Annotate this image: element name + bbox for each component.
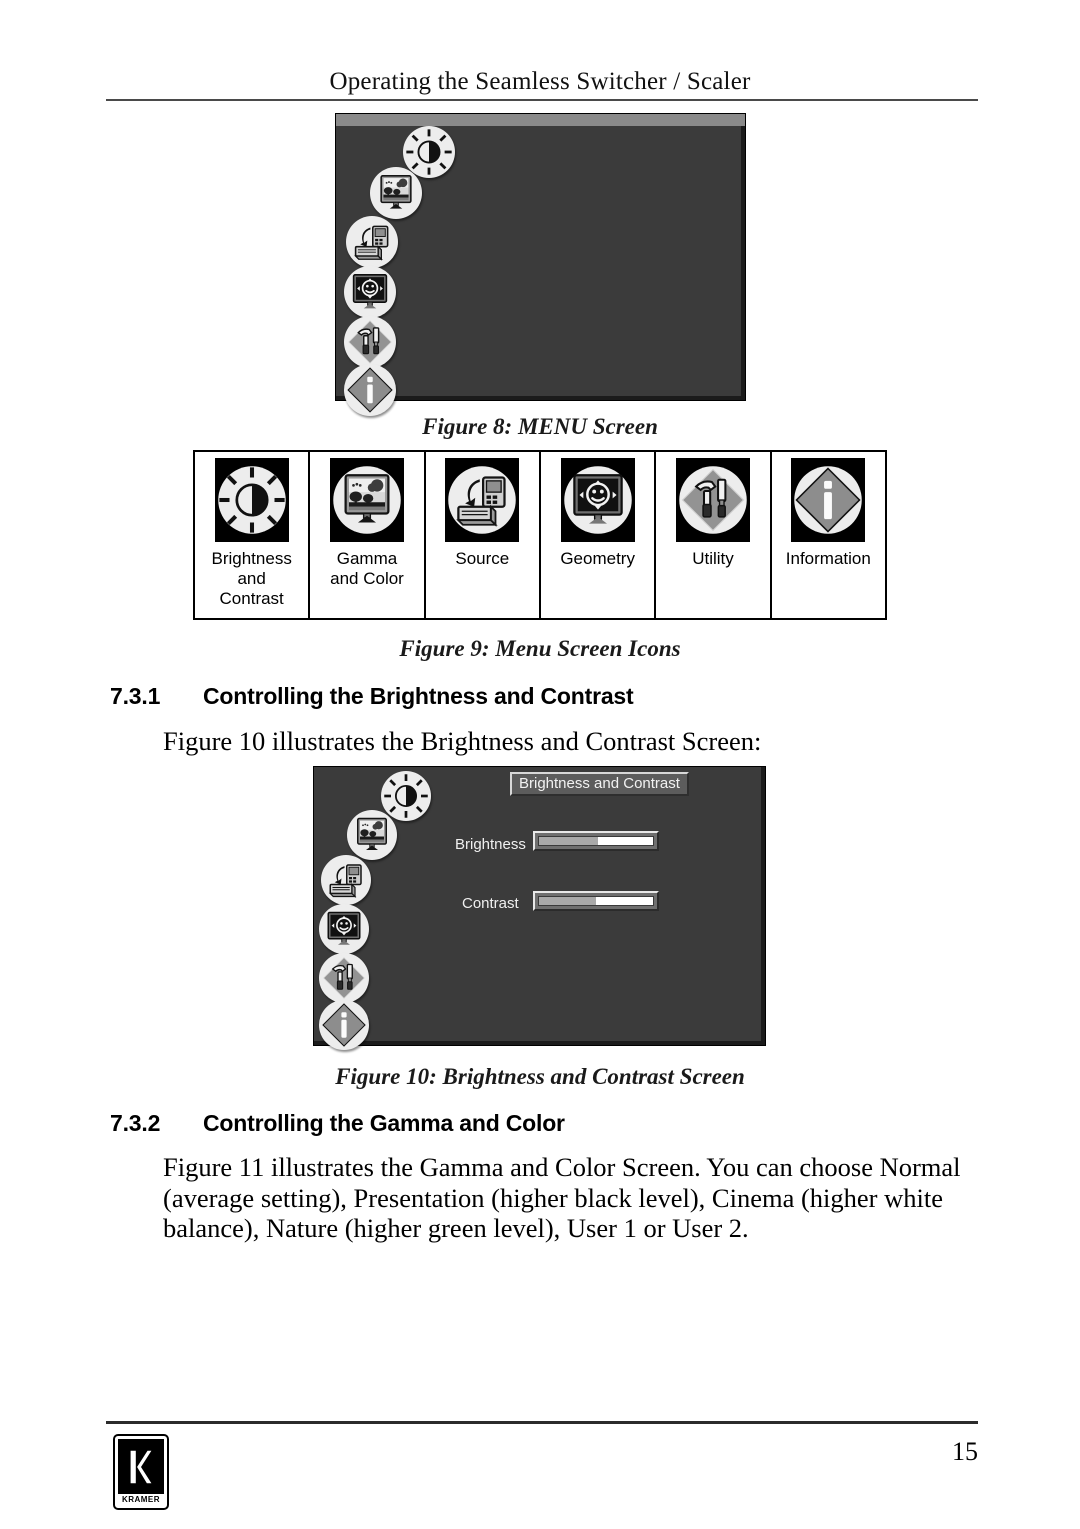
menu-icon-utility[interactable]	[319, 953, 369, 1003]
glyph-container	[329, 458, 404, 542]
osd-window-title: Brightness and Contrast	[510, 772, 689, 796]
icon-cell-information: Information	[772, 452, 885, 618]
figure8-menu-screen	[335, 113, 746, 416]
icon-cell-geometry: Geometry	[541, 452, 657, 618]
glyph-container	[675, 458, 750, 542]
geometry-icon	[562, 464, 634, 536]
menu-icon-gamma-color[interactable]	[370, 167, 422, 219]
osd-top-band	[336, 114, 745, 126]
slider-track	[538, 896, 654, 906]
running-header: Operating the Seamless Switcher / Scaler	[329, 68, 751, 95]
osd-bottom-edge	[314, 1041, 765, 1045]
osd-right-edge	[741, 126, 745, 400]
icon-cell-brightness-contrast: Brightness and Contrast	[195, 452, 311, 618]
section-732-title: Controlling the Gamma and Color	[203, 1110, 565, 1136]
icon-cell-label: Source	[455, 549, 510, 568]
brightness-contrast-icon	[216, 464, 288, 536]
icon-cell-label: Information	[785, 549, 871, 568]
menu-icon-source[interactable]	[321, 855, 371, 905]
menu-icon-information[interactable]	[344, 364, 396, 416]
gamma-color-icon	[331, 464, 403, 536]
kramer-k-icon	[118, 1439, 164, 1494]
footer-divider	[106, 1421, 978, 1424]
slider-fill	[539, 897, 596, 905]
icon-cell-label: Gamma and Color	[330, 549, 404, 588]
kramer-wordmark: KRAMER	[118, 1494, 164, 1505]
geometry-icon	[320, 905, 368, 953]
section-731-paragraph: Figure 10 illustrates the Brightness and…	[163, 726, 762, 756]
menu-icon-information[interactable]	[319, 1000, 369, 1050]
osd-right-edge	[761, 767, 765, 1045]
gamma-color-icon	[348, 811, 396, 859]
kramer-k-glyph	[128, 1447, 154, 1487]
icon-cell-label: Geometry	[560, 549, 635, 568]
section-732-paragraph: Figure 11 illustrates the Gamma and Colo…	[163, 1152, 961, 1243]
menu-icon-source[interactable]	[346, 216, 398, 268]
icon-cell-source: Source	[426, 452, 541, 618]
information-icon	[792, 464, 864, 536]
kramer-logo-inner: KRAMER	[118, 1439, 164, 1505]
icon-cell-gamma-color: Gamma and Color	[310, 452, 426, 618]
contrast-label: Contrast	[462, 895, 519, 912]
section-731-title: Controlling the Brightness and Contrast	[203, 683, 634, 709]
icon-cell-label: Utility	[692, 549, 734, 568]
source-icon	[347, 217, 397, 267]
glyph-container	[791, 458, 866, 542]
icon-cell-utility: Utility	[656, 452, 772, 618]
figure10-caption: Figure 10: Brightness and Contrast Scree…	[335, 1064, 745, 1089]
contrast-slider[interactable]	[533, 891, 659, 911]
menu-icon-utility[interactable]	[344, 316, 396, 368]
brightness-label: Brightness	[455, 836, 526, 853]
section-732-number: 7.3.2	[110, 1110, 161, 1136]
glyph-container	[214, 458, 289, 542]
figure8-caption: Figure 8: MENU Screen	[422, 414, 658, 439]
slider-fill	[539, 837, 599, 845]
brightness-slider[interactable]	[533, 831, 659, 851]
geometry-icon	[345, 267, 395, 317]
source-icon	[446, 464, 518, 536]
figure9-caption: Figure 9: Menu Screen Icons	[399, 636, 681, 661]
kramer-logo: KRAMER	[113, 1434, 169, 1510]
figure9-icon-table: Brightness and Contrast Gamma and Color …	[193, 450, 887, 620]
menu-icon-geometry[interactable]	[319, 904, 369, 954]
glyph-container	[445, 458, 520, 542]
header-divider	[106, 99, 978, 101]
section-731-number: 7.3.1	[110, 683, 161, 709]
gamma-color-icon	[371, 168, 421, 218]
document-page: Operating the Seamless Switcher / Scaler…	[0, 0, 1080, 1529]
slider-track	[538, 836, 654, 846]
icon-cell-label: Brightness and Contrast	[211, 549, 292, 608]
information-icon	[345, 365, 395, 415]
osd-bottom-edge	[336, 396, 745, 400]
utility-icon	[677, 464, 749, 536]
utility-icon	[320, 954, 368, 1002]
menu-icon-gamma-color[interactable]	[347, 810, 397, 860]
source-icon	[322, 856, 370, 904]
page-number: 15	[952, 1437, 978, 1466]
utility-icon	[345, 317, 395, 367]
figure10-brightness-contrast-screen: Brightness and Contrast Brightness Contr…	[313, 766, 766, 1050]
glyph-container	[560, 458, 635, 542]
menu-icon-geometry[interactable]	[344, 266, 396, 318]
information-icon	[320, 1001, 368, 1049]
